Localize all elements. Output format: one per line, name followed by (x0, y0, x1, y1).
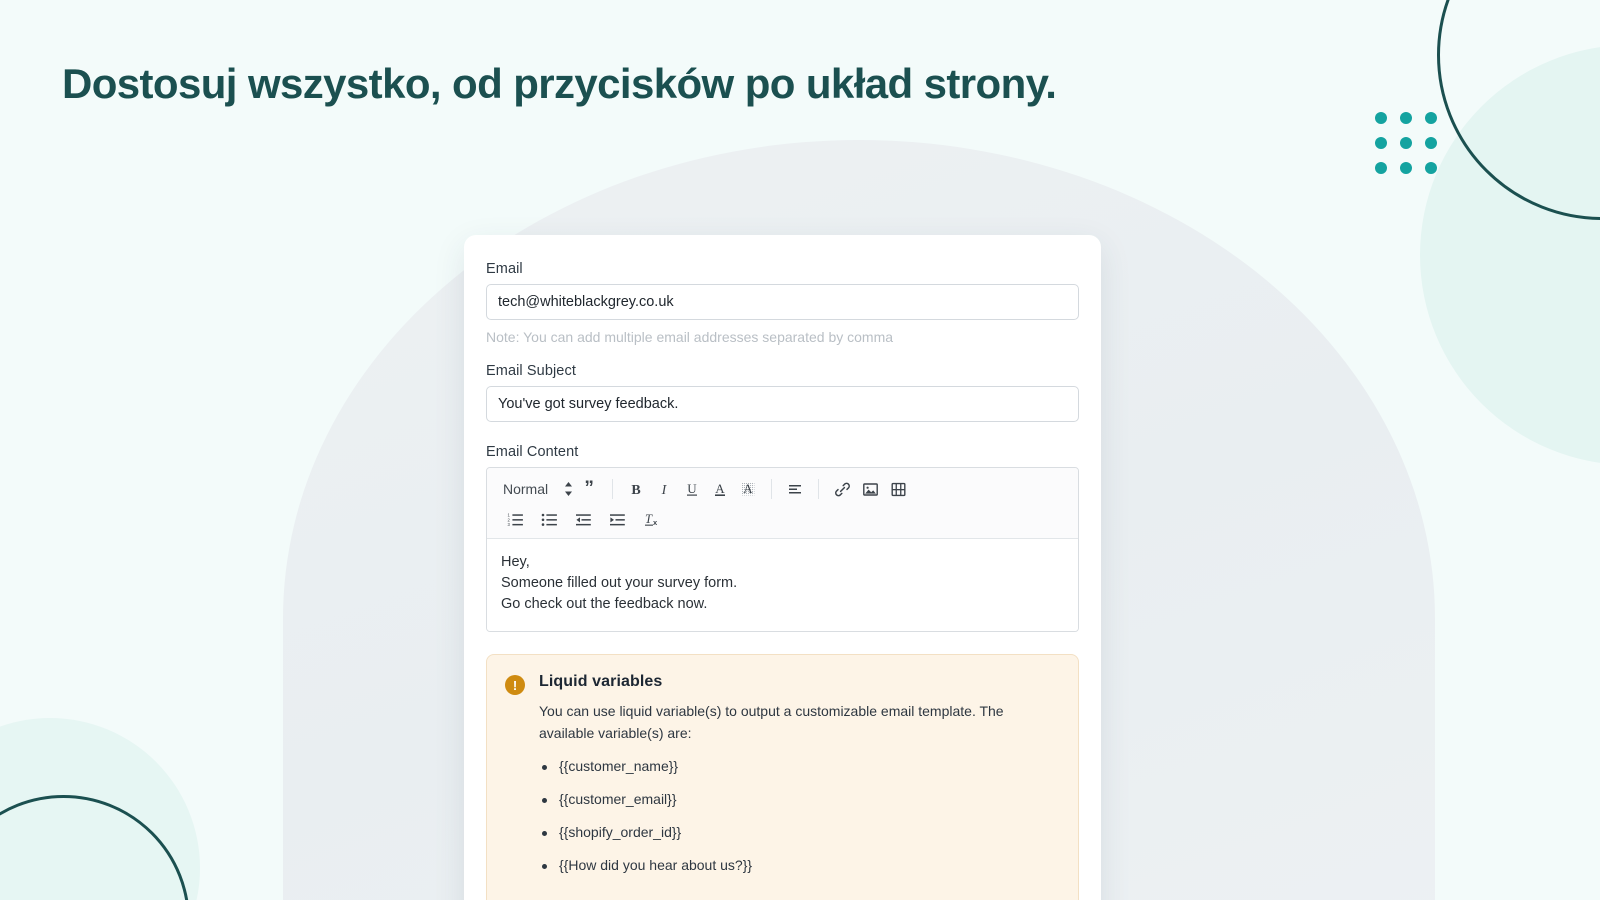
email-settings-card: Email tech@whiteblackgrey.co.uk Note: Yo… (464, 235, 1101, 900)
warning-icon: ! (505, 675, 525, 695)
list-item: {{customer_name}} (539, 758, 1054, 774)
toolbar-divider (818, 479, 820, 499)
format-select[interactable]: Normal (495, 481, 575, 497)
svg-text:3: 3 (507, 522, 510, 527)
svg-text:A: A (743, 481, 753, 496)
toolbar-row-2: 1 2 3 T x (495, 504, 1070, 534)
callout-description: You can use liquid variable(s) to output… (539, 703, 1004, 741)
svg-text:U: U (687, 481, 697, 496)
content-line: Hey, (501, 554, 530, 570)
toolbar-row-1: Normal ” B I U A A (495, 474, 1070, 504)
image-icon[interactable] (856, 476, 884, 502)
email-note: Note: You can add multiple email address… (486, 329, 894, 345)
email-subject-label: Email Subject (486, 363, 576, 379)
teal-ring-bottom-left (0, 795, 190, 900)
clear-formatting-icon[interactable]: T x (639, 506, 667, 532)
format-select-value: Normal (503, 481, 549, 497)
callout-title: Liquid variables (539, 673, 663, 690)
dot-grid-icon (1375, 112, 1437, 174)
email-content-body[interactable]: Hey, Someone filled out your survey form… (487, 539, 1078, 631)
bold-icon[interactable]: B (622, 476, 650, 502)
email-subject-input[interactable]: You've got survey feedback. (486, 386, 1079, 422)
indent-icon[interactable] (603, 506, 631, 532)
align-icon[interactable] (781, 476, 809, 502)
content-line: Someone filled out your survey form. (501, 575, 738, 591)
callout-content: Liquid variables You can use liquid vari… (539, 673, 1054, 890)
bullet-list-icon[interactable] (535, 506, 563, 532)
email-label: Email (486, 261, 523, 277)
list-item: {{How did you hear about us?}} (539, 857, 1054, 873)
video-icon[interactable] (884, 476, 912, 502)
text-color-icon[interactable]: A (706, 476, 734, 502)
link-icon[interactable] (828, 476, 856, 502)
editor-toolbar: Normal ” B I U A A 1 2 3 T x (487, 468, 1078, 539)
email-input[interactable]: tech@whiteblackgrey.co.uk (486, 284, 1079, 320)
list-item: {{shopify_order_id}} (539, 824, 1054, 840)
svg-text:I: I (661, 483, 668, 497)
italic-icon[interactable]: I (650, 476, 678, 502)
svg-text:B: B (631, 483, 640, 497)
svg-text:T: T (645, 512, 653, 526)
background-color-icon[interactable]: A (734, 476, 762, 502)
page-title: Dostosuj wszystko, od przycisków po ukła… (62, 60, 1057, 107)
list-item: {{customer_email}} (539, 791, 1054, 807)
toolbar-divider (612, 479, 614, 499)
mint-circle-top-right (1420, 45, 1600, 465)
teal-ring-top-right (1437, 0, 1600, 220)
liquid-variable-list: {{customer_name}} {{customer_email}} {{s… (539, 758, 1054, 873)
svg-text:x: x (653, 518, 658, 527)
email-content-label: Email Content (486, 444, 579, 460)
liquid-variables-callout: ! Liquid variables You can use liquid va… (486, 654, 1079, 900)
ordered-list-icon[interactable]: 1 2 3 (501, 506, 529, 532)
blockquote-icon[interactable]: ” (575, 476, 603, 502)
rich-text-editor: Normal ” B I U A A 1 2 3 T x Hey, Someon… (486, 467, 1079, 632)
mint-circle-bottom-left (0, 718, 200, 900)
outdent-icon[interactable] (569, 506, 597, 532)
underline-icon[interactable]: U (678, 476, 706, 502)
chevron-updown-icon (564, 482, 573, 496)
svg-text:A: A (715, 481, 725, 496)
content-line: Go check out the feedback now. (501, 596, 708, 612)
toolbar-divider (771, 479, 773, 499)
